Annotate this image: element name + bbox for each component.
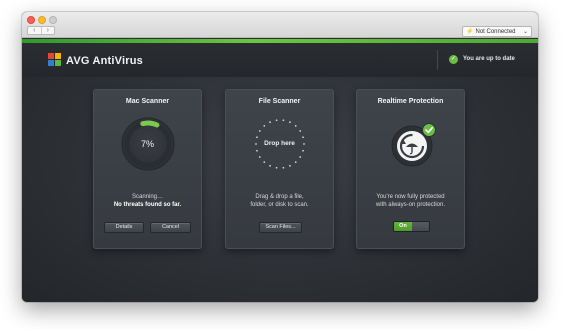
drop-zone-dot [269,121,271,124]
mac-scanner-card: Mac Scanner 7% Scanning… No threats foun… [93,89,202,249]
forward-button[interactable]: › [40,27,55,34]
file-scanner-title: File Scanner [258,98,301,105]
chevron-down-icon: ⌄ [522,29,528,35]
drop-zone-dot [294,161,297,164]
main-content: Mac Scanner 7% Scanning… No threats foun… [22,77,538,302]
drop-zone-dot [269,164,271,167]
drop-zone-dot [302,136,304,139]
realtime-protection-toggle[interactable]: On [393,221,430,232]
realtime-protection-card: Realtime Protection You're now fully pro… [356,89,465,249]
title-bar: ‹ › ⚡ Not Connected ⌄ [22,12,538,38]
app-header: AVG AntiVirus ✓ You are up to date [22,43,538,77]
cancel-button[interactable]: Cancel [150,222,191,233]
details-button[interactable]: Details [104,222,144,233]
drop-zone-dot [299,156,302,158]
drop-zone-dot [289,121,291,124]
back-button[interactable]: ‹ [28,27,41,34]
drop-zone-dot [275,166,278,169]
drop-zone-dot [258,130,261,132]
drop-zone-dot [282,119,285,122]
scan-progress-arc [140,120,160,128]
realtime-desc-line2: with always-on protection. [375,202,446,208]
scan-status-line2: No threats found so far. [113,202,182,208]
toggle-on-label: On [394,222,412,231]
drop-zone-dot [256,149,258,152]
avg-logo-icon [48,53,62,67]
drop-zone-dot [282,166,285,169]
mac-scanner-title: Mac Scanner [125,98,170,105]
scan-files-button[interactable]: Scan Files... [259,222,302,233]
app-name: AVG AntiVirus [66,55,143,67]
file-scanner-desc-line2: folder, or disk to scan. [250,202,309,208]
file-scanner-card: File Scanner Drop here Drag & drop a fil… [225,89,334,249]
drop-zone-dot [263,161,266,164]
header-divider [437,50,438,70]
update-status: You are up to date [463,56,515,62]
connection-status-label: Not Connected [475,28,516,35]
close-window-button[interactable] [27,16,35,24]
minimize-window-button[interactable] [38,16,46,24]
app-window: ‹ › ⚡ Not Connected ⌄ AVG AntiVirus ✓ Yo… [22,12,538,302]
plug-icon: ⚡ [466,29,474,35]
connection-dropdown[interactable]: ⚡ Not Connected ⌄ [462,26,532,37]
checkmark-icon: ✓ [449,55,458,64]
drop-zone-dot [302,149,304,152]
scan-progress-label: 7% [140,139,154,149]
realtime-protection-title: Realtime Protection [377,98,444,105]
drop-zone-dot [263,124,266,127]
drop-here-label: Drop here [264,140,295,147]
toggle-off-knob [412,222,429,231]
drop-zone-dot [289,164,291,167]
drop-zone-dot [256,136,258,139]
zoom-window-button[interactable] [49,16,57,24]
realtime-shield-icon [391,123,436,167]
drop-zone-dot [275,119,278,122]
drop-zone-dot [299,130,302,132]
drop-zone-dot [258,156,261,158]
drop-zone-dot [294,124,297,127]
nav-buttons: ‹ › [27,26,55,35]
